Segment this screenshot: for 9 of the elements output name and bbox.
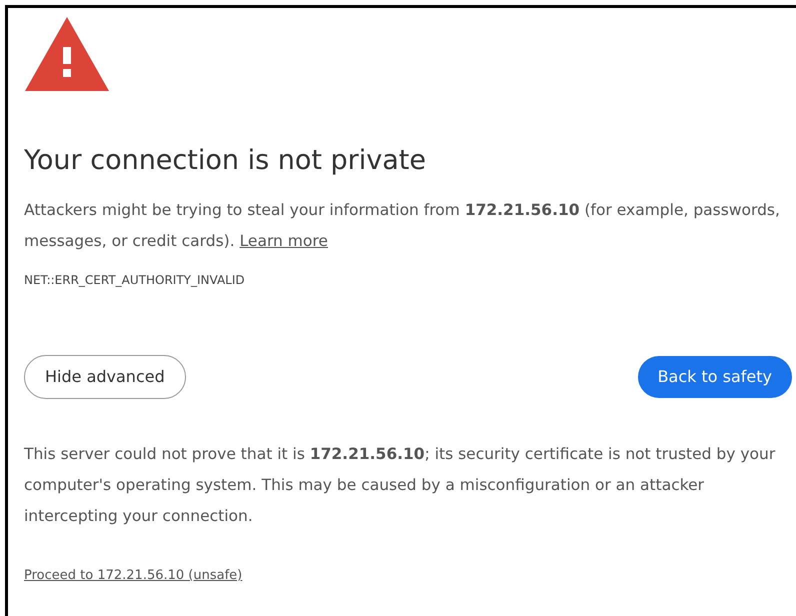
page-heading: Your connection is not private [24, 144, 427, 178]
proceed-link[interactable]: Proceed to 172.21.56.10 (unsafe) [24, 566, 242, 586]
details-text: This server could not prove that it is 172.21.56.10; its security certificate is not trusted by your computer's operating system. This may be caused by a misconfiguration or an attacker intercepting your connection. [24, 444, 776, 527]
hide-advanced-button[interactable]: Hide advanced [24, 355, 186, 399]
error-code: NET::ERR_CERT_AUTHORITY_INVALID [24, 272, 246, 289]
warning-message: Attackers might be trying to steal your information from 172.21.56.10 (for example, passwords, messages, or credit cards). Learn more [24, 200, 781, 252]
warning-icon [25, 17, 109, 91]
learn-more-link[interactable]: Learn more [240, 232, 328, 250]
back-button[interactable]: Back to safety [638, 356, 792, 398]
